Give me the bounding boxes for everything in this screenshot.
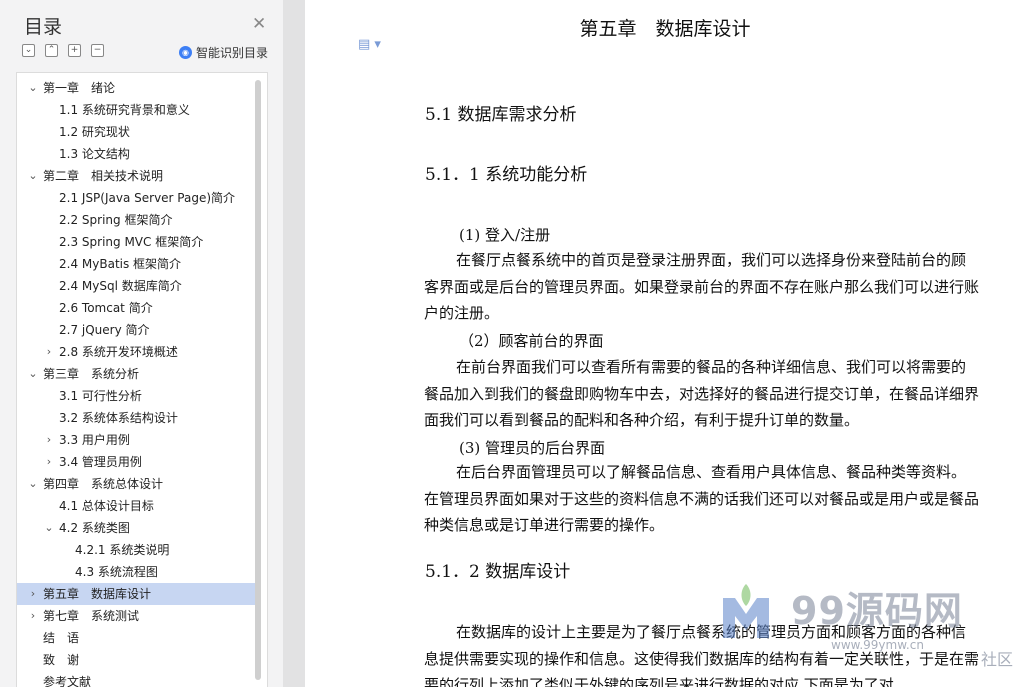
toc-item-label: 第三章 系统分析	[43, 367, 140, 381]
toc-item[interactable]: 2.7 jQuery 简介	[17, 319, 255, 341]
toc-item[interactable]: ⌄ 第三章 系统分析	[17, 363, 255, 385]
toc-item[interactable]: 结 语	[17, 627, 255, 649]
list-item-2: （2）顾客前台的界面	[459, 332, 604, 350]
toc-scrollbar[interactable]	[255, 80, 261, 680]
smart-toc-label: 智能识别目录	[196, 46, 269, 60]
toc-item[interactable]: 参考文献	[17, 671, 255, 687]
watermark-logo-icon	[723, 584, 769, 638]
collapse-all-icon[interactable]: ⌄	[22, 44, 35, 57]
toc-tree: ⌄ 第一章 绪论 1.1 系统研究背景和意义 1.2 研究现状 1.3 论文结构 ⌄ 第二章…	[16, 72, 268, 687]
watermark-text: 99源码网	[791, 589, 963, 633]
toc-item[interactable]: 2.3 Spring MVC 框架简介	[17, 231, 255, 253]
toc-item-label: 4.3 系统流程图	[75, 565, 158, 579]
panel-divider[interactable]	[283, 0, 305, 687]
add-heading-icon[interactable]: +	[68, 44, 81, 57]
toc-item-label: 2.4 MySql 数据库简介	[59, 279, 182, 293]
toc-item[interactable]: 2.6 Tomcat 简介	[17, 297, 255, 319]
toc-item-label: 第一章 绪论	[43, 81, 116, 95]
chevron-down-icon[interactable]: ⌄	[27, 363, 39, 385]
toc-item-label: 3.4 管理员用例	[59, 455, 142, 469]
toc-item[interactable]: 3.1 可行性分析	[17, 385, 255, 407]
toc-item-label: 第二章 相关技术说明	[43, 169, 164, 183]
toc-item[interactable]: 2.1 JSP(Java Server Page)简介	[17, 187, 255, 209]
toc-item[interactable]: 1.3 论文结构	[17, 143, 255, 165]
toc-item[interactable]: 2.4 MyBatis 框架简介	[17, 253, 255, 275]
toc-item[interactable]: › 第五章 数据库设计	[17, 583, 255, 605]
toc-item-label: 1.3 论文结构	[59, 147, 130, 161]
toc-item-label: 第四章 系统总体设计	[43, 477, 164, 491]
toc-item-label: 第五章 数据库设计	[43, 587, 152, 601]
toc-item-label: 参考文献	[43, 675, 92, 687]
chevron-right-icon[interactable]: ›	[43, 341, 55, 363]
chevron-down-icon[interactable]: ⌄	[27, 473, 39, 495]
toc-item[interactable]: ⌄ 第一章 绪论	[17, 77, 255, 99]
toc-item[interactable]: 致 谢	[17, 649, 255, 671]
smart-toc-button[interactable]: ◉ 智能识别目录	[179, 44, 268, 61]
toc-item[interactable]: › 2.8 系统开发环境概述	[17, 341, 255, 363]
toc-item[interactable]: 4.3 系统流程图	[17, 561, 255, 583]
toc-item[interactable]: › 3.3 用户用例	[17, 429, 255, 451]
toc-item-label: 2.3 Spring MVC 框架简介	[59, 235, 204, 249]
heading-5-1: 5.1 数据库需求分析	[425, 105, 577, 125]
toc-item[interactable]: › 第七章 系统测试	[17, 605, 255, 627]
toc-item[interactable]: 1.1 系统研究背景和意义	[17, 99, 255, 121]
toc-item-label: 4.2 系统类图	[59, 521, 130, 535]
toc-item[interactable]: › 3.4 管理员用例	[17, 451, 255, 473]
heading-5-1-1: 5.1．1 系统功能分析	[425, 165, 588, 185]
toc-item-label: 2.2 Spring 框架简介	[59, 213, 173, 227]
toc-item[interactable]: 2.2 Spring 框架简介	[17, 209, 255, 231]
toc-item[interactable]: ⌄ 第四章 系统总体设计	[17, 473, 255, 495]
toc-toolbar: ⌄ ⌃ + −	[22, 44, 104, 57]
chevron-right-icon[interactable]: ›	[27, 605, 39, 627]
toc-item-label: 4.1 总体设计目标	[59, 499, 154, 513]
chevron-down-icon[interactable]: ⌄	[43, 517, 55, 539]
ai-icon: ◉	[179, 46, 192, 59]
toc-item-label: 2.1 JSP(Java Server Page)简介	[59, 191, 236, 205]
toc-item-label: 3.1 可行性分析	[59, 389, 142, 403]
heading-5-1-2: 5.1．2 数据库设计	[425, 562, 571, 582]
chevron-down-icon[interactable]: ⌄	[27, 165, 39, 187]
list-item-3: (3) 管理员的后台界面	[459, 439, 606, 457]
toc-item[interactable]: 2.4 MySql 数据库简介	[17, 275, 255, 297]
watermark-corner: 社区	[981, 650, 1014, 669]
close-icon[interactable]: ✕	[252, 14, 266, 34]
toc-item-label: 1.2 研究现状	[59, 125, 130, 139]
toc-item[interactable]: 3.2 系统体系结构设计	[17, 407, 255, 429]
toc-sidebar: 目录 ✕ ⌄ ⌃ + − ◉ 智能识别目录 ⌄ 第一章 绪论 1.1 系统研究背景和…	[0, 0, 283, 687]
toc-item-label: 1.1 系统研究背景和意义	[59, 103, 190, 117]
toc-item[interactable]: ⌄ 4.2 系统类图	[17, 517, 255, 539]
remove-heading-icon[interactable]: −	[91, 44, 104, 57]
paragraph-1: 在餐厅点餐系统中的首页是登录注册界面，我们可以选择身份来登陆前台的顾客界面或是后…	[424, 251, 980, 322]
paragraph-3: 在后台界面管理员可以了解餐品信息、查看用户具体信息、餐品种类等资料。在管理员界面…	[424, 463, 980, 534]
chevron-right-icon[interactable]: ›	[43, 451, 55, 473]
toc-item[interactable]: 4.1 总体设计目标	[17, 495, 255, 517]
watermark: 99源码网 www.99ymw.cn 社区	[715, 576, 1025, 687]
toc-item-label: 2.4 MyBatis 框架简介	[59, 257, 182, 271]
toc-item-label: 4.2.1 系统类说明	[75, 543, 170, 557]
toc-item-label: 2.8 系统开发环境概述	[59, 345, 178, 359]
expand-all-icon[interactable]: ⌃	[45, 44, 58, 57]
toc-item-label: 3.3 用户用例	[59, 433, 130, 447]
toc-item-label: 3.2 系统体系结构设计	[59, 411, 178, 425]
document-page: ▤ ▾ 第五章 数据库设计 5.1 数据库需求分析 5.1．1 系统功能分析 (…	[305, 0, 1025, 687]
watermark-url: www.99ymw.cn	[831, 638, 924, 652]
toc-item-label: 2.7 jQuery 简介	[59, 323, 150, 337]
chevron-right-icon[interactable]: ›	[27, 583, 39, 605]
sidebar-title: 目录	[24, 16, 63, 38]
paragraph-2: 在前台界面我们可以查看所有需要的餐品的各种详细信息、我们可以将需要的餐品加入到我…	[424, 358, 980, 429]
chevron-down-icon[interactable]: ⌄	[27, 77, 39, 99]
toc-item[interactable]: 4.2.1 系统类说明	[17, 539, 255, 561]
toc-item-label: 致 谢	[43, 653, 80, 667]
toc-item-label: 2.6 Tomcat 简介	[59, 301, 153, 315]
toc-item-label: 结 语	[43, 631, 80, 645]
chapter-title: 第五章 数据库设计	[579, 18, 751, 40]
toc-item[interactable]: 1.2 研究现状	[17, 121, 255, 143]
toc-item[interactable]: ⌄ 第二章 相关技术说明	[17, 165, 255, 187]
toc-item-label: 第七章 系统测试	[43, 609, 140, 623]
list-item-1: (1) 登入/注册	[459, 226, 551, 244]
chevron-right-icon[interactable]: ›	[43, 429, 55, 451]
